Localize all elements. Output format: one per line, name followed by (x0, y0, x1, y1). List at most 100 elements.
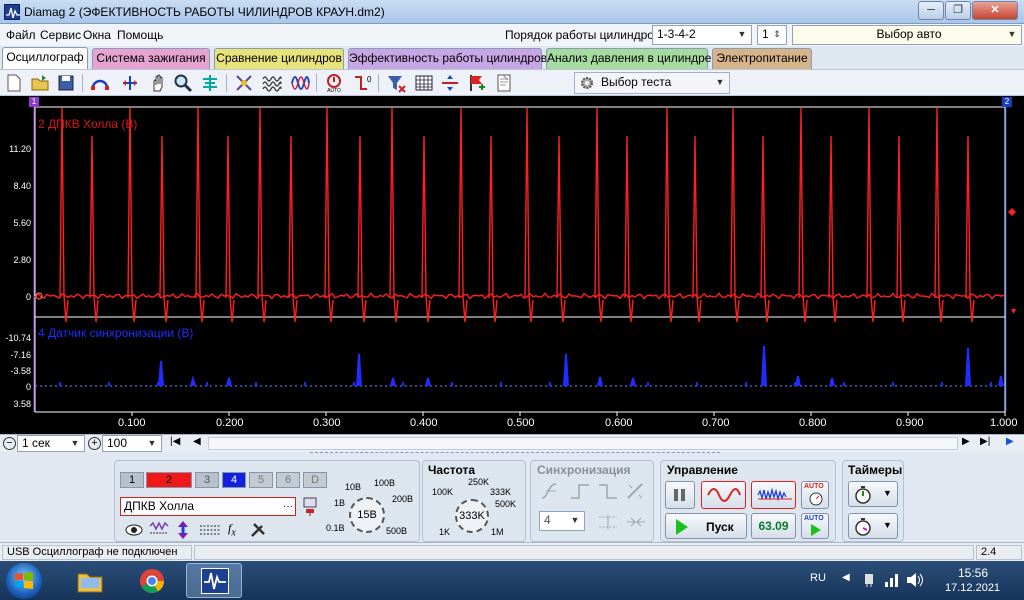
tab-cylinder-compare[interactable]: Сравнение цилиндров (214, 48, 344, 69)
sync-channel-select[interactable]: 4 ▼ (539, 511, 585, 531)
taskbar-chrome[interactable] (124, 563, 180, 598)
zoom-select[interactable]: 100 ▼ (102, 435, 162, 452)
channel-button-1[interactable]: 1 (120, 472, 144, 488)
auto-scale-icon[interactable]: AUTO (324, 73, 344, 93)
tools-icon[interactable] (249, 521, 267, 539)
volt-dial[interactable]: 15В (349, 497, 385, 533)
rpm-readout-value: 63.09 (758, 519, 789, 533)
sync-front-icon[interactable] (569, 481, 591, 501)
status-version: 2.4 (976, 545, 1022, 560)
marker-flag-icon[interactable] (466, 73, 486, 93)
start-button[interactable] (6, 563, 42, 599)
oscilloscope-view[interactable]: 11.20 8.40 5.60 2.80 0 -10.74 -7.16 -3.5… (0, 96, 1024, 434)
eye-icon[interactable] (125, 523, 143, 537)
menu-file[interactable]: Файл (6, 28, 36, 42)
clock-date[interactable]: 17.12.2021 (945, 582, 1000, 594)
cursor-measure-icon[interactable] (200, 73, 220, 93)
offset-icon[interactable] (199, 523, 221, 537)
reset-zero-icon[interactable]: 0 (352, 73, 372, 93)
menu-windows[interactable]: Окна (83, 28, 111, 42)
auto-fit-icon[interactable] (234, 73, 254, 93)
time-scrollbar[interactable] (208, 437, 958, 450)
sine-mode-button[interactable] (701, 481, 746, 509)
spectrum-icon[interactable] (262, 73, 282, 93)
new-file-icon[interactable] (4, 73, 24, 93)
car-select[interactable]: Выбор авто ▼ (792, 25, 1022, 45)
oscilloscope-plot[interactable] (0, 96, 1024, 434)
minimize-button[interactable]: ─ (918, 1, 944, 20)
auto-play-button[interactable]: AUTO (801, 513, 829, 539)
channel-button-4[interactable]: 4 (222, 472, 246, 488)
lissajous-icon[interactable] (290, 73, 310, 93)
probe-icon[interactable] (301, 495, 321, 517)
tab-ignition[interactable]: Система зажигания (92, 48, 210, 69)
channel1-name: 2 ДПКВ Холла (В) (38, 117, 138, 131)
menu-help[interactable]: Помощь (117, 28, 163, 42)
language-indicator[interactable]: RU (810, 572, 826, 584)
sync-offset-icon[interactable] (625, 513, 647, 531)
sync-level-icon[interactable] (597, 513, 619, 531)
filter-icon[interactable] (386, 73, 406, 93)
timer2-button[interactable]: ▼ (848, 513, 898, 539)
zoom-out-icon[interactable]: − (3, 437, 16, 450)
first-cylinder-select[interactable]: 1 ⇕ (757, 25, 787, 45)
tab-pressure-analysis[interactable]: Анализ давления в цилиндре (546, 48, 711, 69)
go-end-icon[interactable]: ▶| (980, 436, 990, 447)
channel-button-5[interactable]: 5 (249, 472, 273, 488)
tab-oscilloscope[interactable]: Осциллограф (2, 47, 88, 69)
sync-fall-icon[interactable] (597, 481, 619, 501)
frequency-dial[interactable]: 333K (455, 499, 489, 533)
cylinder-order-select[interactable]: 1-3-4-2 ▼ (652, 25, 752, 45)
signal-name-field[interactable]: ДПКВ Холла ··· (120, 497, 296, 516)
scale-tool-icon[interactable] (120, 73, 140, 93)
hand-tool-icon[interactable] (148, 73, 168, 93)
waveform-icon[interactable] (149, 521, 169, 539)
split-icon[interactable] (440, 73, 460, 93)
network-icon[interactable] (884, 572, 900, 588)
step-back-icon[interactable]: ◀ (193, 436, 201, 447)
ch1-pulse (225, 135, 235, 323)
open-folder-icon[interactable] (30, 73, 50, 93)
sync-rise-icon[interactable] (540, 481, 562, 501)
channel-button-d[interactable]: D (303, 472, 327, 488)
save-icon[interactable] (56, 73, 76, 93)
grid-icon[interactable] (414, 73, 434, 93)
zoom-icon[interactable] (173, 73, 193, 93)
close-button[interactable]: ✕ (972, 1, 1018, 20)
volume-icon[interactable] (906, 572, 924, 588)
maximize-button[interactable]: ❐ (945, 1, 971, 20)
channel-button-2[interactable]: 2 (146, 472, 192, 488)
go-start-icon[interactable]: |◀ (170, 436, 180, 447)
invert-icon[interactable] (175, 520, 191, 540)
tab-power-supply[interactable]: Электропитание (712, 48, 812, 69)
channel-button-6[interactable]: 6 (276, 472, 300, 488)
taskbar-explorer[interactable] (62, 563, 118, 598)
zoom-in-icon[interactable]: + (88, 437, 101, 450)
channel-button-3[interactable]: 3 (195, 472, 219, 488)
start-button[interactable]: Пуск (665, 513, 747, 539)
menu-service[interactable]: Сервис (40, 28, 81, 42)
tab-cylinder-efficiency[interactable]: Эффективность работы цилиндров (348, 48, 547, 69)
taskbar-diamag[interactable] (186, 563, 242, 598)
function-icon[interactable]: fx (228, 521, 236, 538)
notes-icon[interactable] (494, 73, 514, 93)
noise-mode-button[interactable] (751, 481, 796, 509)
usb-tray-icon[interactable] (862, 572, 876, 588)
test-select[interactable]: Выбор теста ▼ (574, 72, 730, 94)
timer1-button[interactable]: ▼ (848, 481, 898, 507)
auto-record-button[interactable]: AUTO (801, 481, 829, 509)
play-icon[interactable]: ▶ (1006, 436, 1014, 447)
ch1-pulse (421, 135, 431, 323)
tray-expand-icon[interactable]: ◀ (842, 572, 850, 583)
cursor-marker-right[interactable]: 2 (1002, 97, 1012, 107)
pause-button[interactable] (665, 481, 695, 509)
arc-tool-icon[interactable] (90, 73, 110, 93)
gear-icon (581, 77, 593, 89)
cursor-marker-left[interactable]: 1 (29, 97, 39, 107)
splitter-handle[interactable] (310, 452, 720, 456)
time-period-select[interactable]: 1 сек ▼ (17, 435, 85, 452)
sync-wand-icon[interactable] (625, 481, 647, 501)
step-forward-icon[interactable]: ▶ (962, 436, 970, 447)
clock-time[interactable]: 15:56 (958, 566, 988, 580)
chevron-down-icon: ▼ (883, 488, 892, 498)
